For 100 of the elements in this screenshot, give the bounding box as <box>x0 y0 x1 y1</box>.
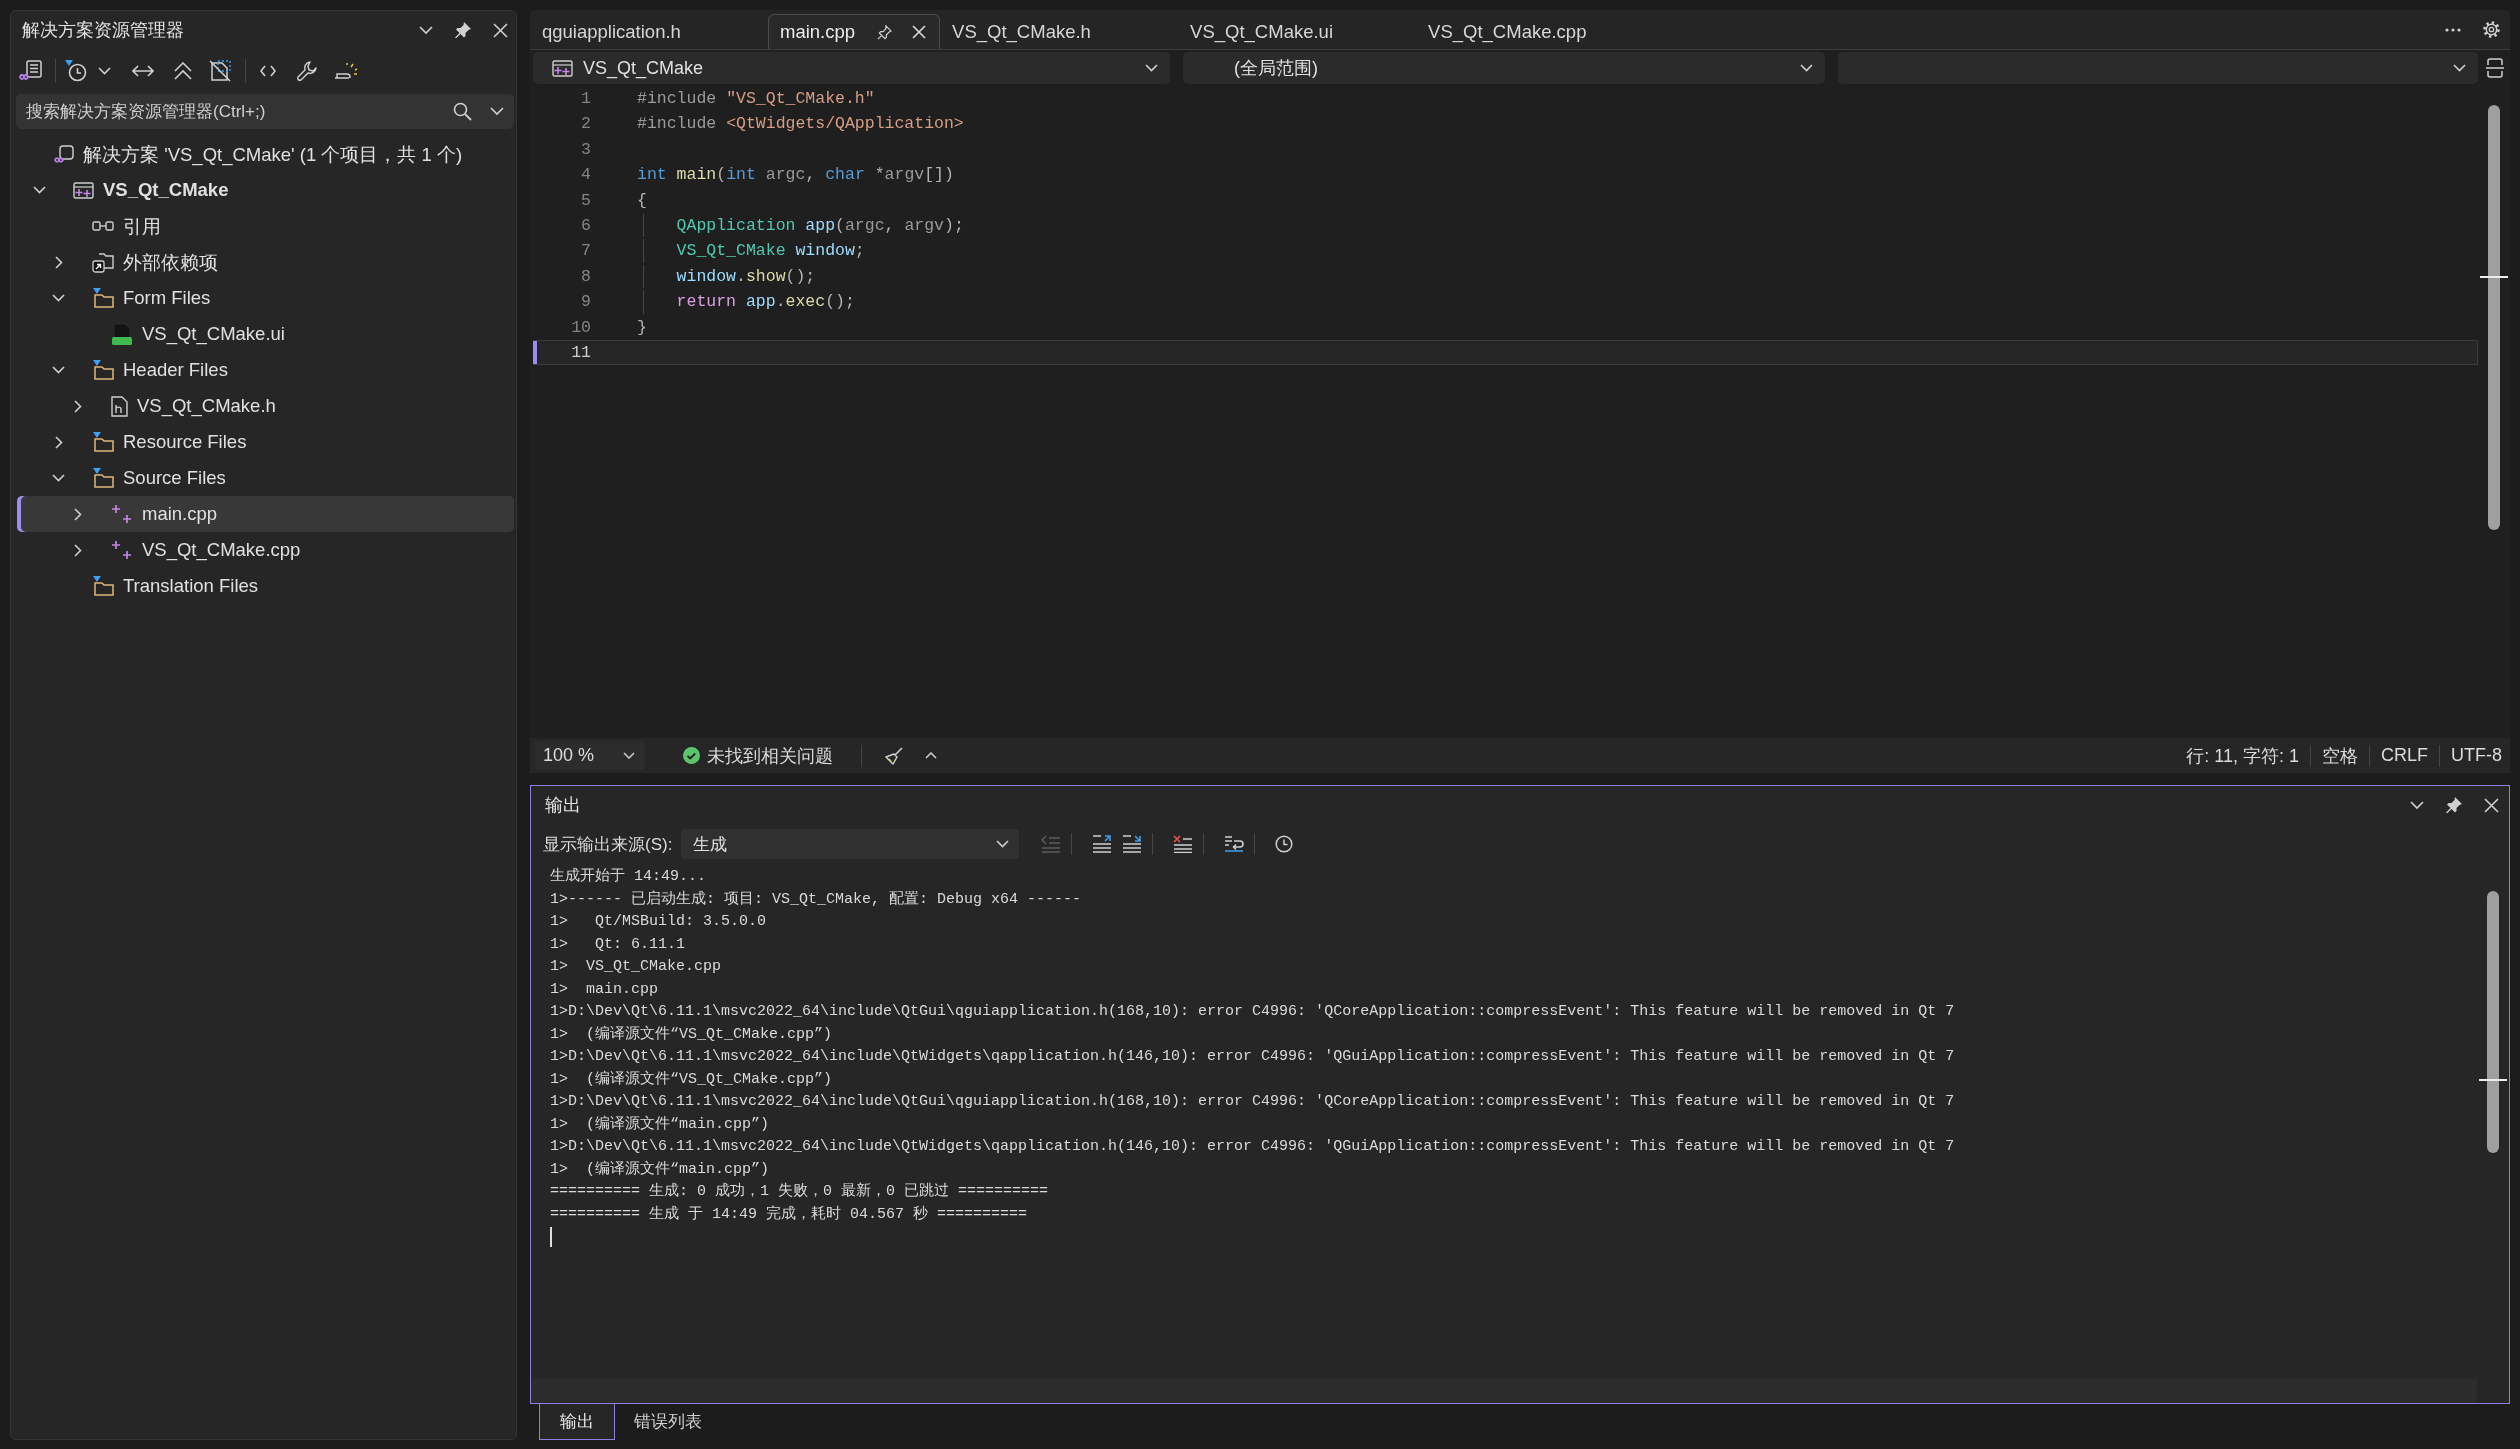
settings-icon[interactable] <box>2482 20 2501 39</box>
chevron-right-icon[interactable] <box>55 255 63 269</box>
tree-item[interactable]: Source Files <box>17 460 514 496</box>
tree-item[interactable]: Header Files <box>17 352 514 388</box>
chevron-right-icon[interactable] <box>74 507 82 521</box>
more-icon[interactable] <box>2445 27 2461 32</box>
chevron-down-icon[interactable] <box>996 840 1010 848</box>
code-line: int main(int argc, char *argv[]) <box>637 164 954 187</box>
output-line: 1>D:\Dev\Qt\6.11.1\msvc2022_64\include\QtGui\qguiapplication.h(168,10): error C4996: 'QCoreApplication::compressEvent': This feature will be removed in Qt 7 <box>550 1002 1956 1022</box>
source-label: 显示输出来源(S): <box>543 833 673 856</box>
chevron-up-icon[interactable] <box>925 752 937 759</box>
previous-icon[interactable] <box>1092 835 1113 853</box>
editor-tab[interactable]: VS_Qt_CMake.ui <box>1178 14 1417 49</box>
output-source-dropdown[interactable]: 生成 <box>681 829 1020 859</box>
chevron-down-icon[interactable] <box>2410 800 2424 810</box>
search-field[interactable]: 搜索解决方案资源管理器(Ctrl+;) <box>16 94 514 129</box>
folder-icon <box>92 360 114 380</box>
chevron-right-icon[interactable] <box>55 435 63 449</box>
chevron-down-icon[interactable] <box>490 107 504 116</box>
close-icon[interactable] <box>2484 797 2499 813</box>
output-line: 1> (编译源文件“main.cpp”) <box>550 1114 771 1135</box>
clock-icon[interactable] <box>1275 835 1294 853</box>
panel-title: 解决方案资源管理器 <box>22 19 184 42</box>
output-line: 1> (编译源文件“VS_Qt_CMake.cpp”) <box>550 1069 834 1090</box>
chevron-down-icon[interactable] <box>623 752 635 759</box>
tree-item[interactable]: VS_Qt_CMake.cpp <box>17 532 514 568</box>
word-wrap-icon[interactable] <box>1224 835 1245 853</box>
project-icon <box>552 59 573 77</box>
cursor-position[interactable]: 行: 11, 字符: 1 <box>2186 743 2299 768</box>
scope-dropdown[interactable]: (全局范围) <box>1183 52 1825 84</box>
folder-icon <box>92 288 114 308</box>
tree-item[interactable]: VS_Qt_CMake.ui <box>17 316 514 352</box>
scrollbar-thumb[interactable] <box>2487 891 2499 1153</box>
tree-item[interactable]: 解决方案 'VS_Qt_CMake' (1 个项目，共 1 个) <box>17 136 514 172</box>
split-icon[interactable] <box>2486 58 2504 78</box>
tree-item[interactable]: Form Files <box>17 280 514 316</box>
chevron-down-icon[interactable] <box>52 366 65 374</box>
panel-title: 输出 <box>545 794 581 817</box>
output-line: ========== 生成 于 14:49 完成，耗时 04.567 秒 ========== <box>550 1204 1029 1225</box>
code-icon[interactable] <box>260 65 276 77</box>
tree-item[interactable]: Translation Files <box>17 568 514 604</box>
solution-icon[interactable] <box>19 60 43 82</box>
scrollbar-thumb[interactable] <box>2488 105 2500 530</box>
broom-icon[interactable] <box>885 746 903 765</box>
clock-icon[interactable] <box>65 60 87 82</box>
line-ending[interactable]: CRLF <box>2381 745 2428 766</box>
tree-item[interactable]: 引用 <box>17 208 514 244</box>
chevron-down-icon[interactable] <box>52 294 65 302</box>
close-icon[interactable] <box>493 22 508 38</box>
tree-item[interactable]: main.cpp <box>17 496 514 532</box>
close-icon[interactable] <box>912 25 927 39</box>
encoding[interactable]: UTF-8 <box>2451 745 2502 766</box>
chevron-down-icon[interactable] <box>52 474 65 482</box>
editor-tab[interactable]: main.cpp <box>768 14 941 49</box>
line-number: 1 <box>580 88 591 110</box>
code-line: { <box>637 189 647 212</box>
pin-icon[interactable] <box>455 22 471 38</box>
next-icon[interactable] <box>1122 835 1143 853</box>
output-line: 1> VS_Qt_CMake.cpp <box>550 957 723 977</box>
folder-icon <box>92 576 114 596</box>
zoom-dropdown[interactable]: 100 % <box>535 741 645 770</box>
chevron-down-icon[interactable] <box>1800 64 1813 72</box>
horizontal-scrollbar[interactable] <box>531 1379 2477 1403</box>
tree-item[interactable]: Resource Files <box>17 424 514 460</box>
crossed-file-icon[interactable] <box>209 60 231 82</box>
output-line: 1>D:\Dev\Qt\6.11.1\msvc2022_64\include\QtGui\qguiapplication.h(168,10): error C4996: 'QCoreApplication::compressEvent': This feature will be removed in Qt 7 <box>550 1092 1956 1112</box>
solution-icon <box>54 144 74 164</box>
project-icon <box>73 181 94 199</box>
panel-tab[interactable]: 错误列表 <box>615 1404 721 1440</box>
double-chevron-up-icon[interactable] <box>174 62 192 80</box>
indentation-mode[interactable]: 空格 <box>2322 743 2358 768</box>
editor-tab[interactable]: qguiapplication.h <box>530 14 768 49</box>
project-dropdown[interactable]: VS_Qt_CMake <box>533 52 1170 84</box>
sparkle-icon[interactable] <box>334 62 358 80</box>
chevron-down-icon[interactable] <box>419 25 433 35</box>
search-icon[interactable] <box>453 102 472 121</box>
chevron-down-icon[interactable] <box>98 67 111 75</box>
editor-tab[interactable]: VS_Qt_CMake.h <box>940 14 1179 49</box>
double-arrow-icon[interactable] <box>132 64 154 78</box>
code-line: window.show(); <box>637 264 816 289</box>
check-circle-icon <box>683 747 700 764</box>
clear-all-icon[interactable] <box>1173 835 1194 853</box>
folder-icon <box>92 468 114 488</box>
chevron-down-icon[interactable] <box>2453 64 2466 72</box>
wrench-icon[interactable] <box>296 60 318 82</box>
pin-icon[interactable] <box>2446 797 2462 813</box>
panel-tab[interactable]: 输出 <box>539 1404 615 1440</box>
tree-item[interactable]: VS_Qt_CMake.h <box>17 388 514 424</box>
text-caret <box>550 1227 552 1247</box>
issues-indicator[interactable]: 未找到相关问题 <box>683 743 833 768</box>
chevron-down-icon[interactable] <box>1145 64 1158 72</box>
tree-item[interactable]: 外部依赖项 <box>17 244 514 280</box>
line-number: 7 <box>580 240 591 263</box>
tree-item[interactable]: VS_Qt_CMake <box>17 172 514 208</box>
folder-icon <box>92 432 114 452</box>
chevron-right-icon[interactable] <box>74 543 82 557</box>
chevron-down-icon[interactable] <box>33 186 46 194</box>
pin-icon[interactable] <box>877 24 893 40</box>
chevron-right-icon[interactable] <box>74 399 82 413</box>
editor-tab[interactable]: VS_Qt_CMake.cpp <box>1416 14 1655 49</box>
